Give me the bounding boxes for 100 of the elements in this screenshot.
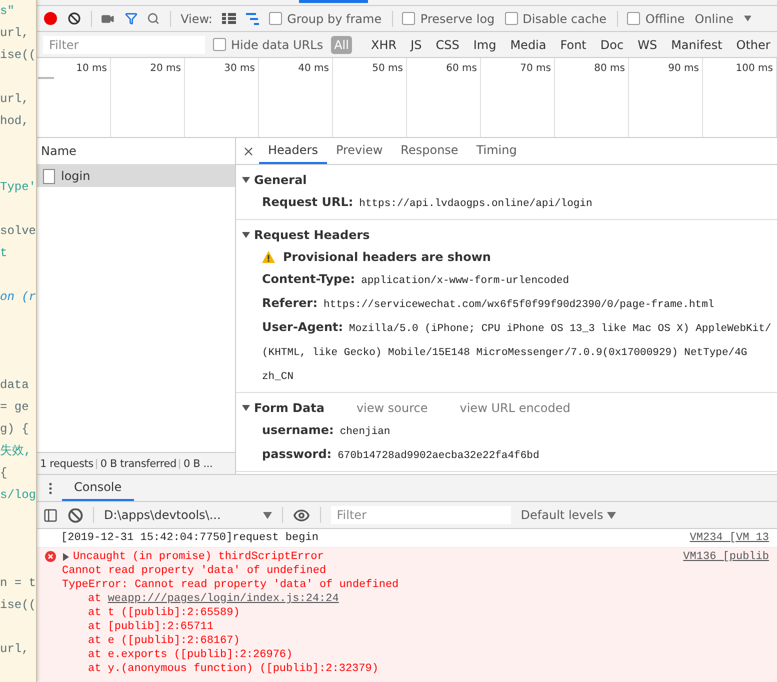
code-line: t — [0, 245, 8, 262]
type-filter[interactable]: Media — [507, 36, 550, 54]
checkbox-box[interactable] — [213, 38, 226, 51]
error-message: Cannot read property 'data' of undefined — [62, 564, 328, 578]
sidebar-icon[interactable] — [43, 508, 58, 522]
code-line: data — [0, 377, 30, 394]
code-line: url, — [0, 91, 30, 108]
type-filter[interactable]: Doc — [597, 36, 627, 54]
detail-tab[interactable]: Timing — [467, 138, 526, 164]
type-filter[interactable]: CSS — [432, 36, 462, 54]
type-filter[interactable]: WS — [634, 36, 660, 54]
header-name: username: — [262, 423, 334, 437]
header-value: zh_CN — [262, 371, 294, 383]
checkbox-box[interactable] — [402, 12, 416, 25]
code-line: = ge — [0, 399, 30, 416]
detail-tab[interactable]: Headers — [259, 138, 327, 164]
checkbox[interactable]: Disable cache — [504, 12, 607, 26]
checkbox-box[interactable] — [504, 12, 518, 25]
expand-triangle-icon[interactable] — [62, 553, 70, 561]
checkbox[interactable]: Offline — [627, 12, 685, 26]
code-line: on (r — [0, 289, 36, 306]
eye-icon[interactable] — [292, 506, 310, 524]
code-line: s" — [0, 3, 16, 20]
dropdown-caret-icon[interactable] — [262, 512, 272, 518]
header-value: application/x-www-form-urlencoded — [361, 275, 570, 287]
levels-select[interactable]: Default levels — [520, 508, 604, 522]
filter-icon[interactable] — [124, 11, 138, 26]
time-tick-label: 100 ms — [736, 63, 773, 74]
section-link[interactable]: view source — [356, 401, 428, 415]
stack-frame: at e ([publib]:2:68167) — [88, 635, 240, 647]
request-row[interactable]: login — [37, 165, 235, 187]
section-title[interactable]: Request Headers — [254, 228, 370, 242]
context-select[interactable]: D:\apps\devtools\... — [104, 508, 253, 522]
type-filter[interactable]: JS — [408, 36, 425, 54]
header-value: https://servicewechat.com/wx6f5f0f99f90d2390/0/page-frame.html — [324, 299, 714, 311]
clear-icon[interactable] — [68, 11, 81, 26]
source-link[interactable]: VM136 [publib — [683, 550, 769, 564]
checkbox[interactable]: Group by frame — [269, 12, 382, 26]
code-line: solve — [0, 223, 36, 240]
type-filter[interactable]: XHR — [368, 36, 400, 54]
stack-link[interactable]: weapp:///pages/login/index.js:24:24 — [108, 593, 339, 605]
clear-icon[interactable] — [68, 508, 83, 522]
header-value: 670b14728ad9902aecba32e22fa4f6bd — [338, 450, 540, 462]
view-label: View: — [180, 12, 212, 26]
type-filter[interactable]: Img — [470, 36, 500, 54]
type-filter[interactable]: Font — [557, 36, 590, 54]
warning-icon — [262, 251, 275, 263]
section-title[interactable]: Form Data — [254, 401, 324, 415]
close-icon[interactable] — [242, 144, 255, 158]
request-name: login — [61, 169, 90, 183]
console-filter-input[interactable]: Filter — [330, 506, 511, 524]
header-value: Mozilla/5.0 (iPhone; CPU iPhone OS 13_3 like Mac OS X) AppleWebKit/ — [349, 323, 772, 335]
checkbox-label: Group by frame — [287, 12, 382, 26]
stack-frame: at e.exports ([publib]:2:26976) — [88, 649, 293, 661]
header-name: Referer: — [262, 296, 318, 310]
type-filter[interactable]: Manifest — [668, 36, 726, 54]
source-link[interactable]: VM234 [VM 13 — [690, 531, 769, 545]
throttling-select[interactable]: Online — [694, 12, 734, 26]
expand-triangle-icon[interactable] — [242, 404, 250, 412]
header-name: Request URL: — [262, 195, 354, 209]
checkbox-box[interactable] — [269, 12, 282, 25]
expand-triangle-icon[interactable] — [242, 176, 250, 184]
summary-text: 0 B ... — [183, 458, 213, 470]
filter-input[interactable]: Filter — [43, 36, 205, 54]
checkbox-box[interactable] — [627, 12, 640, 25]
code-line: hod, — [0, 113, 30, 130]
header-value: (KHTML, like Gecko) Mobile/15E148 MicroMessenger/7.0.9(0x17000929) NetType/4G — [262, 347, 748, 359]
stack-frame: at y.(anonymous function) ([publib]:2:32379) — [88, 663, 378, 675]
time-tick-label: 40 ms — [298, 63, 329, 74]
column-header[interactable]: Name — [41, 144, 76, 158]
time-tick-label: 70 ms — [520, 63, 551, 74]
code-line: ise(( — [0, 47, 36, 64]
checkbox-label: Preserve log — [420, 12, 495, 26]
dropdown-caret-icon[interactable] — [744, 15, 751, 22]
type-filter[interactable]: Other — [733, 36, 774, 54]
summary-text: 0 B transferred — [100, 458, 176, 470]
waterfall-icon[interactable] — [246, 12, 260, 24]
checkbox[interactable]: Hide data URLs — [213, 38, 324, 52]
time-tick-label: 30 ms — [224, 63, 255, 74]
section-title[interactable]: General — [254, 173, 307, 187]
expand-triangle-icon[interactable] — [242, 231, 250, 239]
dropdown-caret-icon[interactable] — [607, 512, 616, 518]
code-line: ise(( — [0, 597, 36, 614]
search-icon[interactable] — [147, 11, 160, 26]
checkbox[interactable]: Preserve log — [402, 12, 495, 26]
time-tick-label: 60 ms — [446, 63, 477, 74]
error-message: Uncaught (in promise) thirdScriptError — [73, 550, 324, 564]
stack-frame: at t ([publib]:2:65589) — [88, 607, 240, 619]
error-message: TypeError: Cannot read property 'data' of undefined — [62, 578, 400, 592]
stack-frame: at — [88, 593, 102, 605]
checkbox-label: Offline — [645, 12, 685, 26]
section-link[interactable]: view URL encoded — [460, 401, 570, 415]
list-view-icon[interactable] — [222, 12, 236, 24]
detail-tab[interactable]: Response — [392, 138, 468, 164]
header-name: Content-Type: — [262, 272, 356, 286]
console-message: [2019-12-31 15:42:04:7750]request begin — [61, 532, 318, 544]
record-button[interactable] — [43, 10, 58, 28]
detail-tab[interactable]: Preview — [326, 138, 392, 164]
code-line: url, — [0, 25, 30, 42]
header-name: User-Agent: — [262, 320, 344, 334]
